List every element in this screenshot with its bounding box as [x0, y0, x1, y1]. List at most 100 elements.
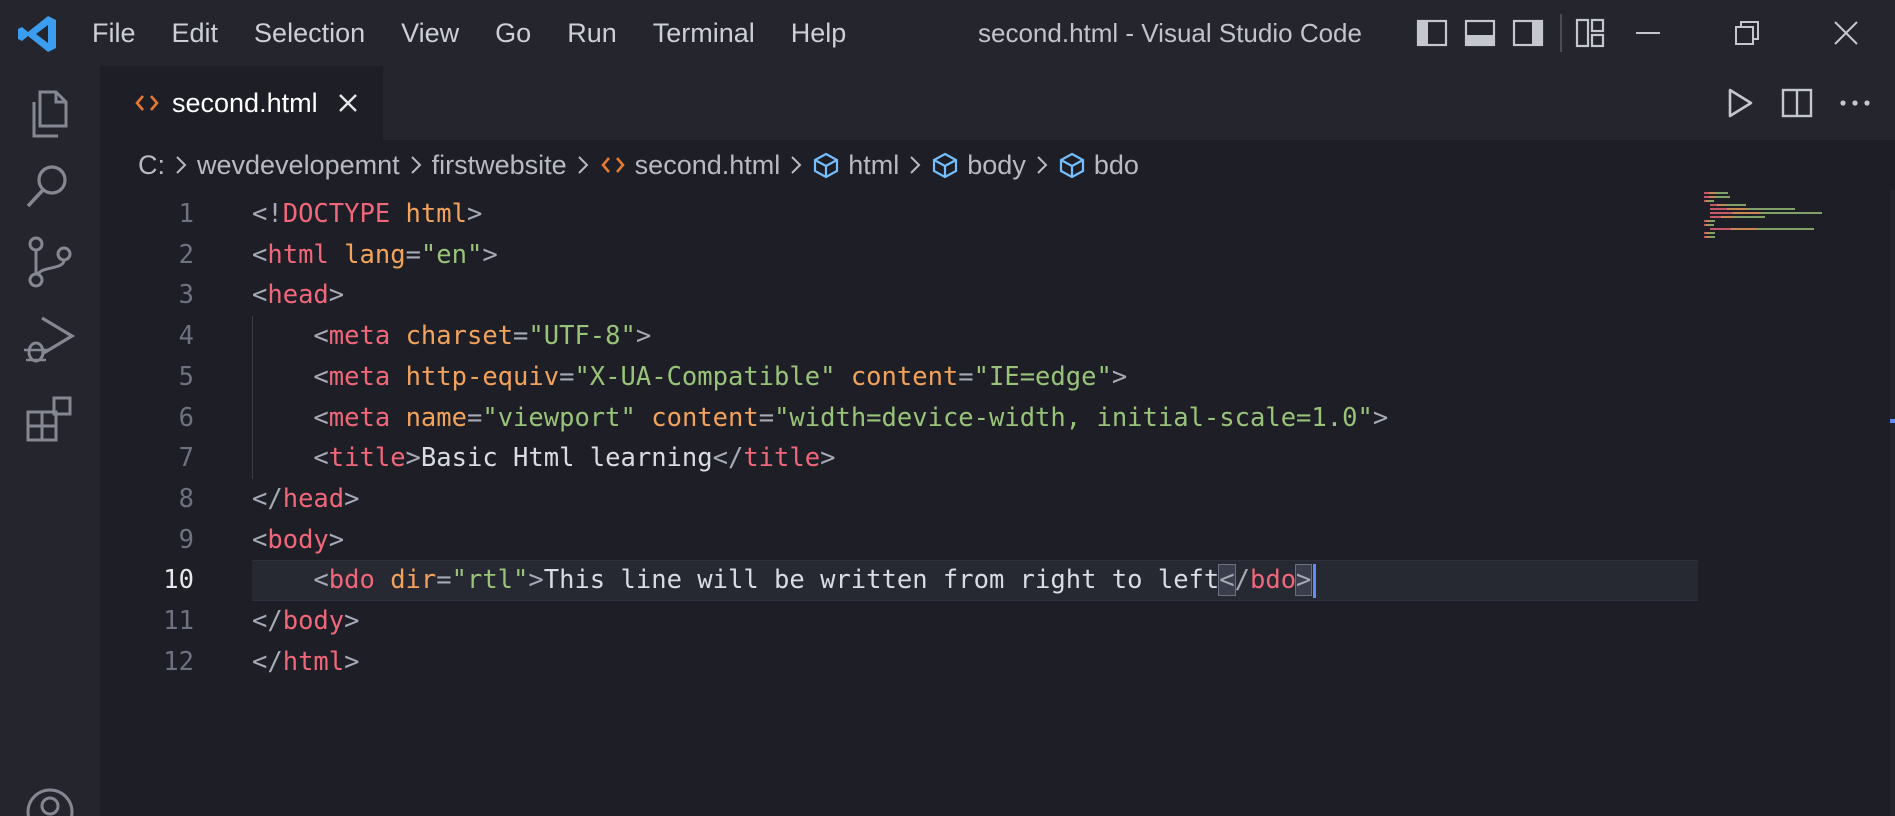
toggle-secondary-sidebar-icon[interactable] — [1510, 15, 1546, 51]
html-file-icon — [135, 95, 159, 111]
breadcrumb-symbol-body[interactable]: body — [931, 150, 1026, 181]
minimap[interactable] — [1698, 190, 1888, 816]
menu-run[interactable]: Run — [549, 0, 635, 66]
line-number: 5 — [178, 361, 194, 392]
menu-terminal[interactable]: Terminal — [635, 0, 773, 66]
line-number: 8 — [178, 483, 194, 514]
line-code: <head> — [252, 280, 345, 311]
breadcrumb-drive[interactable]: C: — [138, 150, 165, 181]
explorer-icon[interactable] — [22, 86, 78, 142]
breadcrumb-symbol-html-label: html — [848, 149, 900, 180]
close-tab-icon[interactable] — [336, 91, 360, 115]
breadcrumb-file-label: second.html — [634, 149, 781, 180]
source-control-icon[interactable] — [22, 234, 78, 290]
code-line[interactable]: 12 </html> — [100, 642, 1698, 683]
code-line[interactable]: 9 <body> — [100, 520, 1698, 561]
minimap-line — [1704, 236, 1716, 238]
search-icon[interactable] — [22, 158, 78, 214]
code-line[interactable]: 8 </head> — [100, 479, 1698, 520]
minimap-line — [1704, 220, 1716, 222]
line-code: <meta charset="UTF-8"> — [313, 321, 652, 352]
breadcrumb-file[interactable]: second.html — [599, 149, 781, 181]
line-number: 2 — [178, 239, 194, 270]
code-line[interactable]: 6 <meta name="viewport" content="width=d… — [100, 397, 1698, 439]
line-code: <title>Basic Html learning</title> — [313, 443, 836, 474]
line-code: <meta http-equiv="X-UA-Compatible" conte… — [313, 361, 1128, 392]
code-line[interactable]: 11 </body> — [100, 601, 1698, 642]
line-code: <meta name="viewport" content="width=dev… — [313, 402, 1389, 433]
split-editor-icon[interactable] — [1779, 85, 1815, 121]
line-number: 1 — [178, 199, 194, 229]
minimap-line — [1704, 200, 1714, 202]
line-code: <html lang="en"> — [252, 239, 498, 270]
minimize-button[interactable] — [1598, 0, 1697, 66]
toggle-panel-icon[interactable] — [1462, 15, 1498, 51]
line-number: 11 — [163, 606, 194, 636]
text-cursor — [1313, 564, 1317, 599]
line-code: <!DOCTYPE html> — [252, 199, 483, 229]
code-line[interactable]: 7 <title>Basic Html learning</title> — [100, 438, 1698, 480]
line-number: 9 — [178, 524, 194, 555]
chevron-right-icon — [910, 156, 921, 174]
menu-edit[interactable]: Edit — [154, 0, 237, 66]
vertical-scrollbar[interactable] — [1890, 190, 1895, 816]
minimap-line — [1710, 216, 1765, 218]
line-number: 12 — [163, 646, 194, 677]
menu-go[interactable]: Go — [477, 0, 549, 66]
breadcrumb-symbol-html[interactable]: html — [812, 150, 899, 181]
code-line[interactable]: 10 <bdo dir="rtl">This line will be writ… — [100, 560, 1698, 602]
minimap-line — [1710, 204, 1746, 206]
chevron-right-icon — [176, 156, 187, 174]
vscode-logo-icon — [18, 16, 56, 52]
minimap-line — [1710, 212, 1823, 214]
line-number: 4 — [178, 321, 194, 352]
code-line[interactable]: 5 <meta http-equiv="X-UA-Compatible" con… — [100, 356, 1698, 398]
chevron-right-icon — [410, 156, 422, 174]
toggle-primary-sidebar-icon[interactable] — [1414, 15, 1450, 51]
code-line[interactable]: 3 <head> — [100, 275, 1698, 316]
line-code: </body> — [252, 606, 360, 636]
symbol-element-icon — [933, 152, 958, 179]
window-title: second.html - Visual Studio Code — [978, 18, 1362, 48]
editor-actions — [1721, 80, 1895, 126]
tab-second-html[interactable]: second.html — [100, 66, 383, 140]
breadcrumb-folder-wevdevelopemnt[interactable]: wevdevelopemnt — [197, 150, 400, 181]
toolbar-separator — [1560, 14, 1562, 52]
html-file-icon — [600, 157, 625, 173]
menu-help[interactable]: Help — [773, 0, 865, 66]
window-controls — [1598, 0, 1895, 66]
menu-view[interactable]: View — [383, 0, 477, 66]
layout-controls — [1414, 14, 1620, 52]
breadcrumb-symbol-bdo[interactable]: bdo — [1058, 150, 1139, 181]
line-code: <body> — [252, 524, 345, 555]
menu-file[interactable]: File — [74, 0, 154, 66]
extensions-icon[interactable] — [22, 392, 78, 448]
close-window-button[interactable] — [1796, 0, 1895, 66]
minimap-line — [1704, 192, 1728, 194]
code-line[interactable]: 1 <!DOCTYPE html> — [100, 194, 1698, 235]
more-actions-icon[interactable] — [1837, 85, 1873, 121]
minimap-line — [1704, 196, 1730, 198]
minimap-line — [1710, 208, 1796, 210]
code-editor[interactable]: 1 <!DOCTYPE html> 2 <html lang="en"> 3 <head>… — [100, 190, 1698, 816]
menu-selection[interactable]: Selection — [236, 0, 383, 66]
line-number: 10 — [163, 565, 194, 596]
minimize-icon — [1635, 32, 1660, 34]
account-icon[interactable] — [22, 784, 78, 816]
run-debug-icon[interactable] — [22, 312, 78, 368]
breadcrumb-folder-firstwebsite[interactable]: firstwebsite — [432, 150, 567, 181]
minimap-line — [1704, 232, 1716, 234]
scrollbar-cursor-marker — [1890, 419, 1895, 423]
tab-bar: second.html — [100, 66, 1895, 140]
line-number: 7 — [178, 443, 194, 474]
code-line[interactable]: 2 <html lang="en"> — [100, 235, 1698, 276]
symbol-element-icon — [814, 152, 839, 179]
restore-button[interactable] — [1697, 0, 1796, 66]
title-bar: File Edit Selection View Go Run Terminal… — [0, 0, 1895, 66]
minimap-line — [1704, 224, 1714, 226]
code-line[interactable]: 4 <meta charset="UTF-8"> — [100, 316, 1698, 358]
activity-bar — [0, 66, 100, 816]
line-code: </head> — [252, 483, 360, 514]
run-icon[interactable] — [1721, 85, 1757, 121]
chevron-right-icon — [577, 156, 589, 174]
